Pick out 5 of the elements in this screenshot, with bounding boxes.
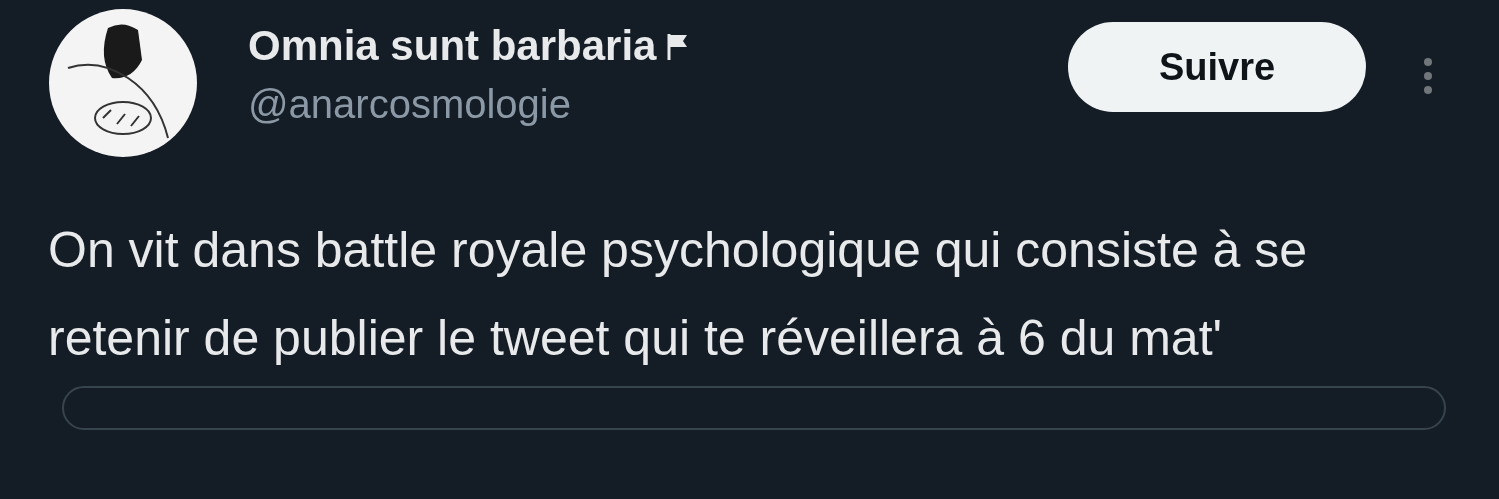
more-options-icon[interactable] [1422,56,1434,96]
author-handle[interactable]: @anarcosmologie [248,78,571,130]
follow-button[interactable]: Suivre [1068,22,1366,112]
tweet-text: On vit dans battle royale psychologique qui consiste à se retenir de publier le tweet qui te réveillera à 6 du mat' [48,221,1309,368]
author-name[interactable]: Omnia sunt barbaria [248,20,657,72]
